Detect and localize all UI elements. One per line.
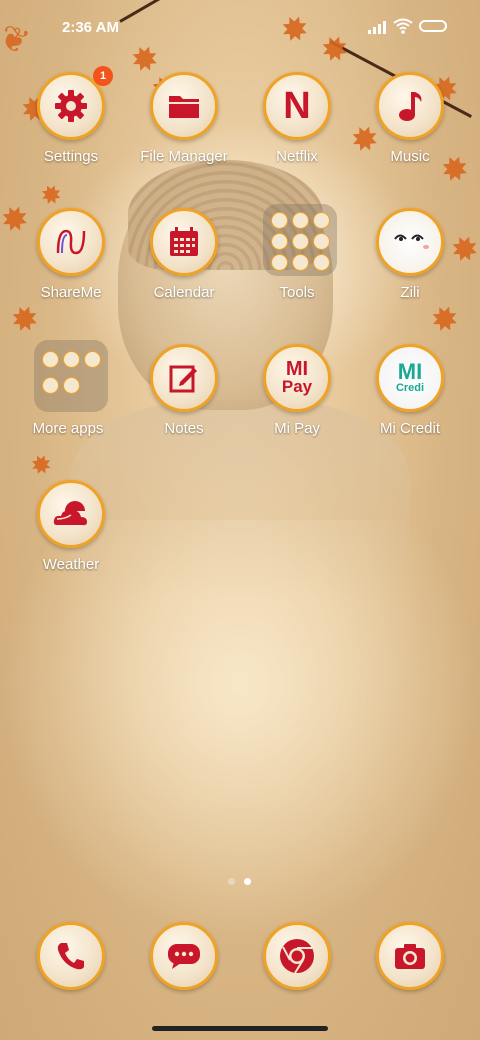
folder-icon-grid: [263, 204, 337, 276]
app-label: Mi Credit: [379, 420, 440, 437]
app-music[interactable]: Music: [354, 72, 466, 192]
android-mini-icon: [271, 254, 288, 271]
app-label: Weather: [42, 556, 100, 573]
chrome-icon: [263, 922, 331, 990]
camera-icon: [376, 922, 444, 990]
app-label: File Manager: [140, 148, 228, 165]
calculator-mini-icon: [292, 212, 309, 229]
app-calendar[interactable]: Calendar: [128, 208, 240, 328]
folder-more-apps[interactable]: More apps: [12, 340, 124, 460]
app-netflix[interactable]: N Netflix: [241, 72, 353, 192]
app-label: Zili: [400, 284, 420, 301]
app-label: Music: [390, 148, 430, 165]
wifi-icon: [393, 18, 413, 34]
netflix-icon: N: [263, 72, 331, 140]
app-mi-credit[interactable]: MI Credi Mi Credit: [354, 344, 466, 464]
app-shareme[interactable]: ShareMe: [15, 208, 127, 328]
linkedin-mini-icon: [42, 376, 59, 394]
battery-icon: [419, 20, 447, 32]
gesture-nav-bar[interactable]: [152, 1026, 328, 1031]
app-file-manager[interactable]: File Manager: [128, 72, 240, 192]
app-label: ShareMe: [40, 284, 102, 301]
weather-cloud-icon: [37, 480, 105, 548]
phone-icon: [37, 922, 105, 990]
recorder-mini-icon: [292, 233, 309, 250]
page-dot-active[interactable]: [244, 878, 251, 885]
notification-badge: 1: [93, 66, 113, 86]
clock-mini-icon: [313, 212, 330, 229]
app-label: Mi Pay: [274, 420, 320, 437]
download-mini-icon: [292, 254, 309, 271]
app-mini-icon: [84, 350, 101, 368]
app-label: Settings: [43, 148, 99, 165]
dock-chrome[interactable]: [241, 922, 353, 992]
contacts-mini-icon: [271, 212, 288, 229]
app-weather[interactable]: Weather: [15, 480, 127, 600]
dock-phone[interactable]: [15, 922, 127, 992]
calendar-icon: [150, 208, 218, 276]
app-label: Calendar: [153, 284, 215, 301]
app-settings[interactable]: 1 Settings: [15, 66, 127, 192]
mi-pay-icon: MI Pay: [263, 344, 331, 412]
dock-messaging[interactable]: [128, 922, 240, 992]
browser-mini-icon: [313, 254, 330, 271]
dock-camera[interactable]: [354, 922, 466, 992]
app-label: Netflix: [276, 148, 318, 165]
mi-credit-icon: MI Credi: [376, 344, 444, 412]
folder-icon: [150, 72, 218, 140]
app-mini-icon: [63, 376, 80, 394]
facebook-mini-icon: [63, 350, 80, 368]
app-label: Notes: [164, 420, 204, 437]
status-bar: 2:36 AM: [0, 0, 480, 56]
page-dot[interactable]: [228, 878, 235, 885]
message-bubble-icon: [150, 922, 218, 990]
signal-icon: [368, 20, 388, 34]
folder-icon-grid: [34, 340, 108, 412]
shareme-icon: [37, 208, 105, 276]
shop-mini-icon: [42, 350, 59, 368]
compass-mini-icon: [271, 233, 288, 250]
status-time: 2:36 AM: [62, 19, 119, 36]
app-zili[interactable]: Zili: [354, 208, 466, 328]
app-label: More apps: [32, 420, 104, 437]
music-note-icon: [376, 72, 444, 140]
folder-tools[interactable]: Tools: [241, 204, 353, 324]
app-notes[interactable]: Notes: [128, 344, 240, 464]
note-edit-icon: [150, 344, 218, 412]
screen-mini-icon: [313, 233, 330, 250]
zili-face-icon: [376, 208, 444, 276]
app-label: Tools: [279, 284, 315, 301]
page-indicator: [226, 878, 256, 886]
app-mi-pay[interactable]: MI Pay Mi Pay: [241, 344, 353, 464]
